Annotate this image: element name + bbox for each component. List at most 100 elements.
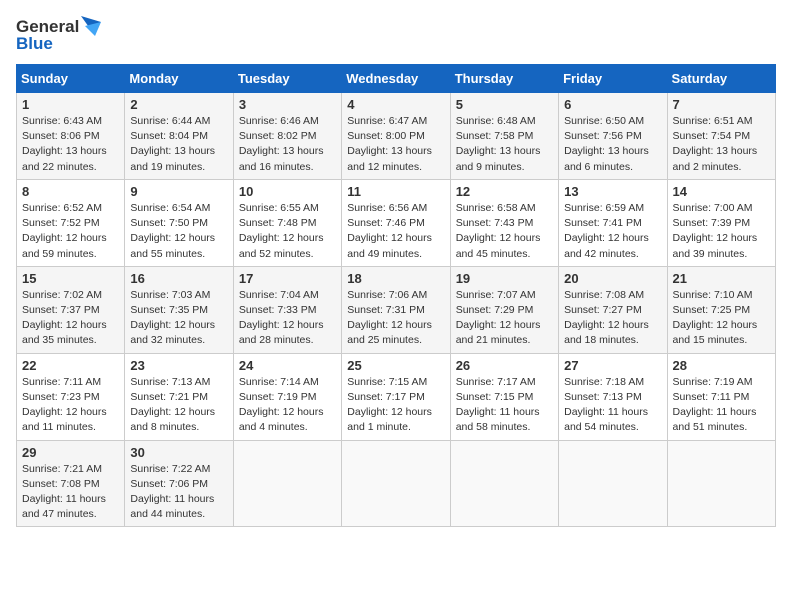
calendar-day-cell: 18 Sunrise: 7:06 AMSunset: 7:31 PMDayligh…: [342, 266, 450, 353]
day-info: Sunrise: 6:47 AMSunset: 8:00 PMDaylight:…: [347, 114, 444, 175]
day-number: 3: [239, 97, 336, 112]
day-of-week-header: Thursday: [450, 65, 558, 93]
day-of-week-header: Wednesday: [342, 65, 450, 93]
day-number: 5: [456, 97, 553, 112]
day-number: 19: [456, 271, 553, 286]
day-number: 26: [456, 358, 553, 373]
day-number: 21: [673, 271, 770, 286]
calendar-day-cell: 7 Sunrise: 6:51 AMSunset: 7:54 PMDaylight…: [667, 93, 775, 180]
day-number: 13: [564, 184, 661, 199]
day-number: 27: [564, 358, 661, 373]
day-info: Sunrise: 6:52 AMSunset: 7:52 PMDaylight:…: [22, 201, 119, 262]
calendar-week-row: 15 Sunrise: 7:02 AMSunset: 7:37 PMDayligh…: [17, 266, 776, 353]
day-info: Sunrise: 6:44 AMSunset: 8:04 PMDaylight:…: [130, 114, 227, 175]
logo: General Blue: [16, 16, 101, 54]
day-info: Sunrise: 7:13 AMSunset: 7:21 PMDaylight:…: [130, 375, 227, 436]
day-info: Sunrise: 7:11 AMSunset: 7:23 PMDaylight:…: [22, 375, 119, 436]
day-of-week-header: Monday: [125, 65, 233, 93]
day-info: Sunrise: 7:07 AMSunset: 7:29 PMDaylight:…: [456, 288, 553, 349]
day-of-week-header: Tuesday: [233, 65, 341, 93]
day-info: Sunrise: 6:50 AMSunset: 7:56 PMDaylight:…: [564, 114, 661, 175]
day-number: 15: [22, 271, 119, 286]
day-of-week-header: Saturday: [667, 65, 775, 93]
day-number: 7: [673, 97, 770, 112]
day-info: Sunrise: 7:22 AMSunset: 7:06 PMDaylight:…: [130, 462, 227, 523]
day-of-week-header: Sunday: [17, 65, 125, 93]
day-info: Sunrise: 7:21 AMSunset: 7:08 PMDaylight:…: [22, 462, 119, 523]
day-info: Sunrise: 6:51 AMSunset: 7:54 PMDaylight:…: [673, 114, 770, 175]
day-info: Sunrise: 7:02 AMSunset: 7:37 PMDaylight:…: [22, 288, 119, 349]
day-info: Sunrise: 7:08 AMSunset: 7:27 PMDaylight:…: [564, 288, 661, 349]
day-of-week-header: Friday: [559, 65, 667, 93]
logo-bird-icon: [81, 16, 101, 38]
calendar-day-cell: [559, 440, 667, 527]
calendar-day-cell: 24 Sunrise: 7:14 AMSunset: 7:19 PMDayligh…: [233, 353, 341, 440]
day-number: 17: [239, 271, 336, 286]
calendar-day-cell: 21Sunrise: 7:10 AMSunset: 7:25 PMDayligh…: [667, 266, 775, 353]
day-number: 16: [130, 271, 227, 286]
day-info: Sunrise: 7:00 AMSunset: 7:39 PMDaylight:…: [673, 201, 770, 262]
calendar-day-cell: 13Sunrise: 6:59 AMSunset: 7:41 PMDayligh…: [559, 179, 667, 266]
day-number: 24: [239, 358, 336, 373]
day-info: Sunrise: 6:58 AMSunset: 7:43 PMDaylight:…: [456, 201, 553, 262]
day-info: Sunrise: 6:48 AMSunset: 7:58 PMDaylight:…: [456, 114, 553, 175]
calendar-week-row: 22 Sunrise: 7:11 AMSunset: 7:23 PMDayligh…: [17, 353, 776, 440]
calendar-day-cell: 15 Sunrise: 7:02 AMSunset: 7:37 PMDayligh…: [17, 266, 125, 353]
calendar-day-cell: 8 Sunrise: 6:52 AMSunset: 7:52 PMDaylight…: [17, 179, 125, 266]
calendar-day-cell: 17 Sunrise: 7:04 AMSunset: 7:33 PMDayligh…: [233, 266, 341, 353]
day-number: 28: [673, 358, 770, 373]
day-info: Sunrise: 6:54 AMSunset: 7:50 PMDaylight:…: [130, 201, 227, 262]
day-number: 22: [22, 358, 119, 373]
day-number: 12: [456, 184, 553, 199]
calendar-day-cell: 6 Sunrise: 6:50 AMSunset: 7:56 PMDaylight…: [559, 93, 667, 180]
calendar-week-row: 8 Sunrise: 6:52 AMSunset: 7:52 PMDaylight…: [17, 179, 776, 266]
day-number: 11: [347, 184, 444, 199]
day-info: Sunrise: 7:14 AMSunset: 7:19 PMDaylight:…: [239, 375, 336, 436]
calendar-day-cell: [233, 440, 341, 527]
day-info: Sunrise: 7:06 AMSunset: 7:31 PMDaylight:…: [347, 288, 444, 349]
logo-blue-text: Blue: [16, 34, 53, 54]
calendar-day-cell: 3 Sunrise: 6:46 AMSunset: 8:02 PMDaylight…: [233, 93, 341, 180]
day-info: Sunrise: 7:04 AMSunset: 7:33 PMDaylight:…: [239, 288, 336, 349]
calendar-header-row: SundayMondayTuesdayWednesdayThursdayFrid…: [17, 65, 776, 93]
day-info: Sunrise: 7:03 AMSunset: 7:35 PMDaylight:…: [130, 288, 227, 349]
calendar-day-cell: 25Sunrise: 7:15 AMSunset: 7:17 PMDayligh…: [342, 353, 450, 440]
calendar-day-cell: 20 Sunrise: 7:08 AMSunset: 7:27 PMDayligh…: [559, 266, 667, 353]
calendar-day-cell: 11Sunrise: 6:56 AMSunset: 7:46 PMDayligh…: [342, 179, 450, 266]
calendar-day-cell: 12 Sunrise: 6:58 AMSunset: 7:43 PMDayligh…: [450, 179, 558, 266]
calendar-day-cell: 16 Sunrise: 7:03 AMSunset: 7:35 PMDayligh…: [125, 266, 233, 353]
day-number: 8: [22, 184, 119, 199]
calendar-table: SundayMondayTuesdayWednesdayThursdayFrid…: [16, 64, 776, 527]
day-number: 23: [130, 358, 227, 373]
day-info: Sunrise: 6:43 AMSunset: 8:06 PMDaylight:…: [22, 114, 119, 175]
day-info: Sunrise: 7:17 AMSunset: 7:15 PMDaylight:…: [456, 375, 553, 436]
day-number: 1: [22, 97, 119, 112]
day-info: Sunrise: 7:19 AMSunset: 7:11 PMDaylight:…: [673, 375, 770, 436]
day-info: Sunrise: 6:46 AMSunset: 8:02 PMDaylight:…: [239, 114, 336, 175]
calendar-day-cell: [667, 440, 775, 527]
day-number: 29: [22, 445, 119, 460]
day-number: 9: [130, 184, 227, 199]
calendar-day-cell: 5 Sunrise: 6:48 AMSunset: 7:58 PMDaylight…: [450, 93, 558, 180]
calendar-day-cell: 28 Sunrise: 7:19 AMSunset: 7:11 PMDayligh…: [667, 353, 775, 440]
calendar-day-cell: 2 Sunrise: 6:44 AMSunset: 8:04 PMDaylight…: [125, 93, 233, 180]
day-number: 10: [239, 184, 336, 199]
day-number: 30: [130, 445, 227, 460]
page-header: General Blue: [16, 16, 776, 54]
calendar-day-cell: [450, 440, 558, 527]
calendar-day-cell: 29 Sunrise: 7:21 AMSunset: 7:08 PMDayligh…: [17, 440, 125, 527]
day-number: 2: [130, 97, 227, 112]
calendar-week-row: 29 Sunrise: 7:21 AMSunset: 7:08 PMDayligh…: [17, 440, 776, 527]
calendar-day-cell: 19 Sunrise: 7:07 AMSunset: 7:29 PMDayligh…: [450, 266, 558, 353]
calendar-day-cell: 9 Sunrise: 6:54 AMSunset: 7:50 PMDaylight…: [125, 179, 233, 266]
day-number: 20: [564, 271, 661, 286]
day-number: 18: [347, 271, 444, 286]
day-number: 6: [564, 97, 661, 112]
calendar-day-cell: 14 Sunrise: 7:00 AMSunset: 7:39 PMDayligh…: [667, 179, 775, 266]
day-number: 14: [673, 184, 770, 199]
calendar-day-cell: 1 Sunrise: 6:43 AMSunset: 8:06 PMDaylight…: [17, 93, 125, 180]
calendar-day-cell: [342, 440, 450, 527]
calendar-day-cell: 26 Sunrise: 7:17 AMSunset: 7:15 PMDayligh…: [450, 353, 558, 440]
day-info: Sunrise: 7:18 AMSunset: 7:13 PMDaylight:…: [564, 375, 661, 436]
calendar-day-cell: 10Sunrise: 6:55 AMSunset: 7:48 PMDayligh…: [233, 179, 341, 266]
